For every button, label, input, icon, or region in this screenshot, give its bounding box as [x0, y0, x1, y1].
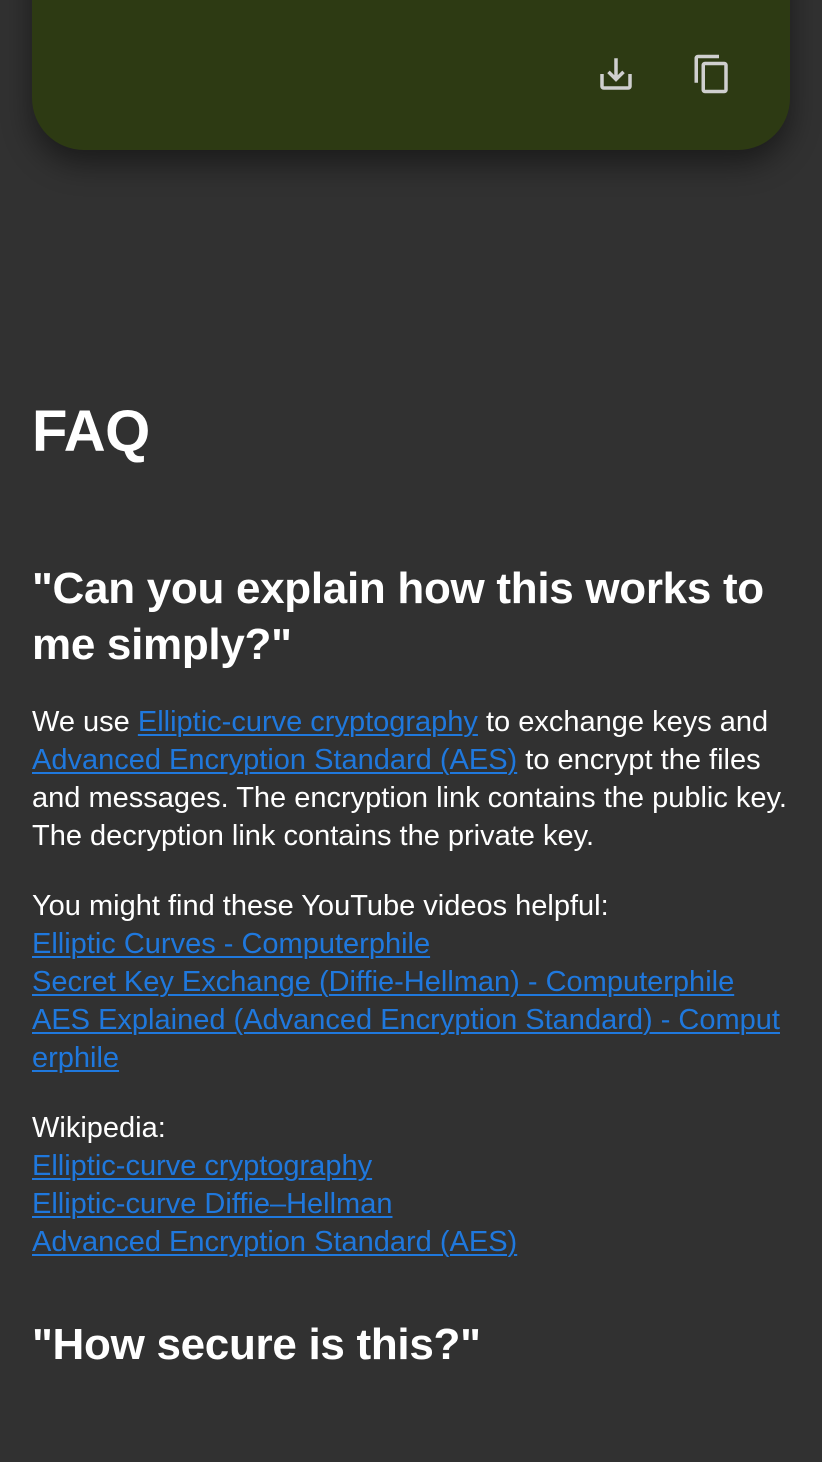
output-card	[32, 0, 790, 150]
page: FAQ "Can you explain how this works to m…	[0, 0, 822, 1462]
videos-label: You might find these YouTube videos help…	[32, 890, 609, 922]
wikipedia-paragraph: Wikipedia: Elliptic-curve cryptography E…	[32, 1109, 792, 1261]
faq-question-how-it-works: "Can you explain how this works to me si…	[32, 564, 764, 669]
ecc-link[interactable]: Elliptic-curve cryptography	[138, 706, 478, 738]
faq-question-how-secure: "How secure is this?"	[32, 1320, 481, 1369]
video-link-elliptic-curves[interactable]: Elliptic Curves - Computerphile	[32, 925, 792, 963]
aes-link[interactable]: Advanced Encryption Standard (AES)	[32, 744, 517, 776]
card-actions	[594, 52, 734, 96]
wikipedia-label: Wikipedia:	[32, 1112, 166, 1144]
faq-title: FAQ	[32, 399, 150, 464]
video-link-aes-explained[interactable]: AES Explained (Advanced Encryption Stand…	[32, 1001, 792, 1077]
intro-text-mid: to exchange keys and	[477, 706, 769, 738]
copy-icon	[694, 54, 728, 94]
video-link-diffie-hellman[interactable]: Secret Key Exchange (Diffie-Hellman) - C…	[32, 963, 792, 1001]
wiki-link-ecdh[interactable]: Elliptic-curve Diffie–Hellman	[32, 1185, 792, 1223]
wiki-link-aes[interactable]: Advanced Encryption Standard (AES)	[32, 1223, 792, 1261]
faq-answer-intro: We use Elliptic-curve cryptography to ex…	[32, 703, 792, 855]
wiki-link-ecc[interactable]: Elliptic-curve cryptography	[32, 1147, 792, 1185]
download-button[interactable]	[594, 52, 638, 96]
copy-button[interactable]	[690, 52, 734, 96]
intro-text-before: We use	[32, 706, 138, 738]
videos-paragraph: You might find these YouTube videos help…	[32, 887, 792, 1077]
faq-section: FAQ "Can you explain how this works to m…	[32, 392, 792, 1373]
download-icon	[600, 58, 632, 90]
